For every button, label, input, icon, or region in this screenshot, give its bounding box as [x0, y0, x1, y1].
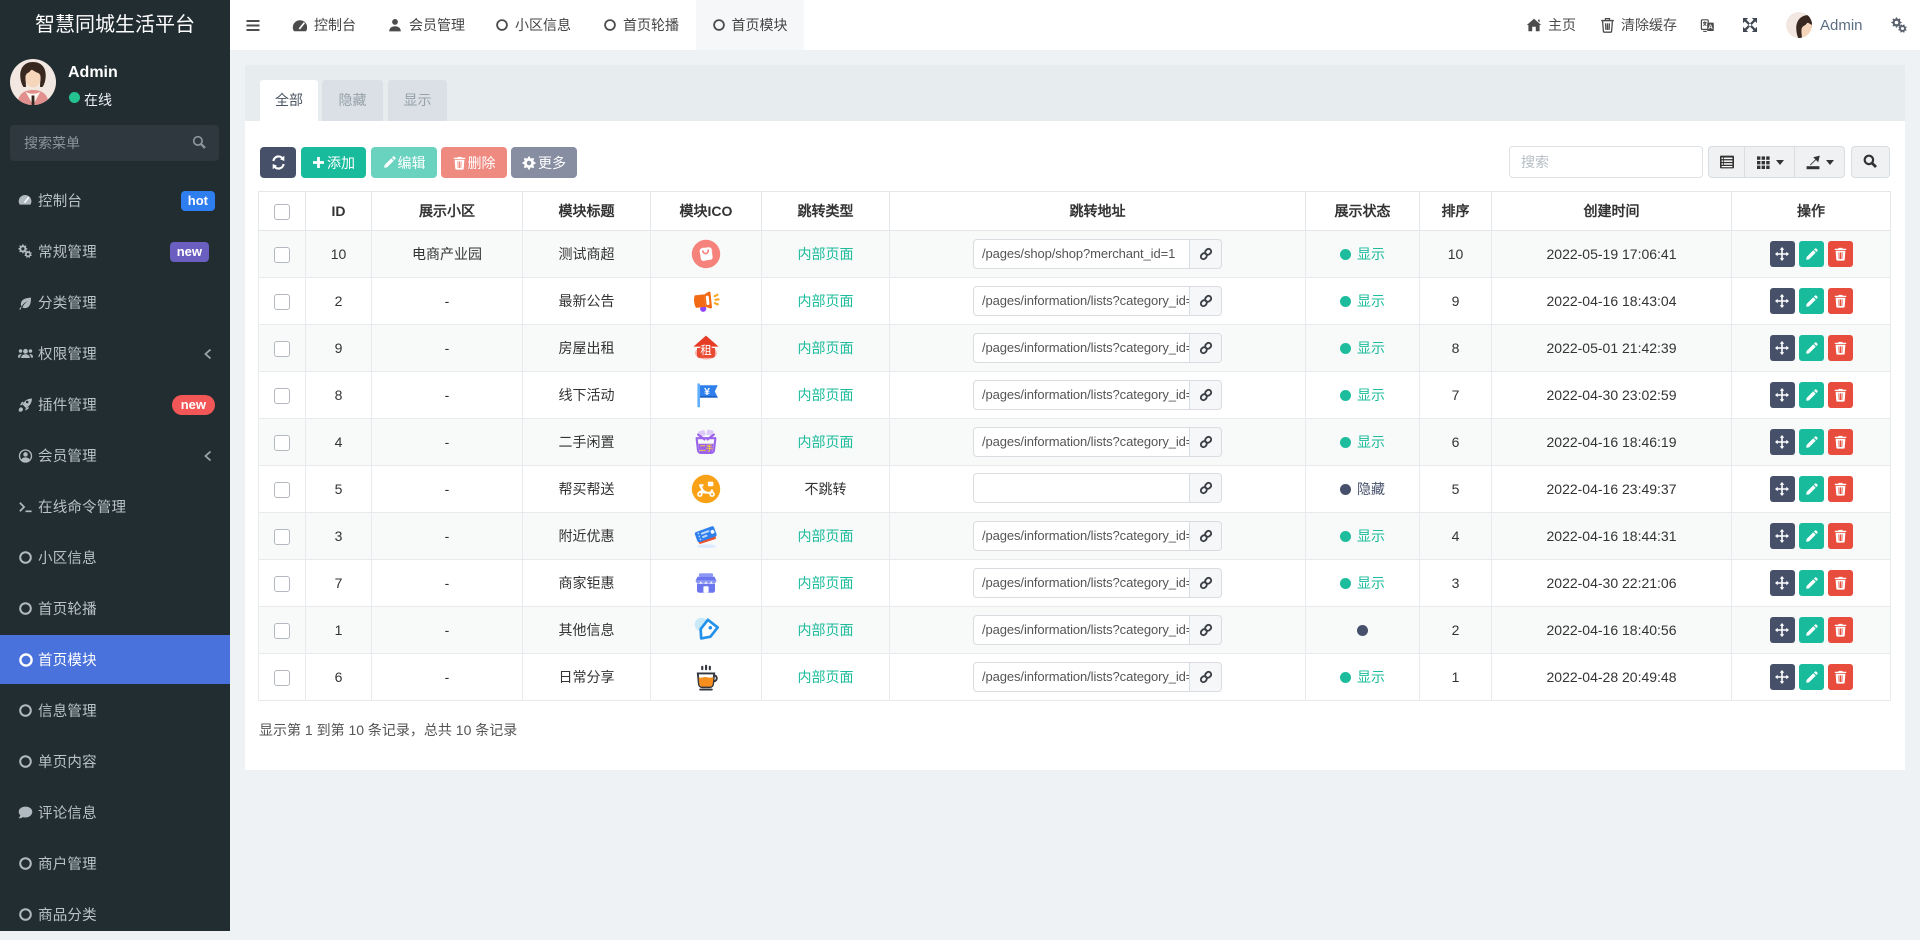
svg-text:二手: 二手 — [699, 443, 713, 452]
svg-text:租: 租 — [700, 344, 712, 357]
svg-text:A: A — [1708, 24, 1713, 31]
svg-text:¥: ¥ — [704, 386, 710, 398]
